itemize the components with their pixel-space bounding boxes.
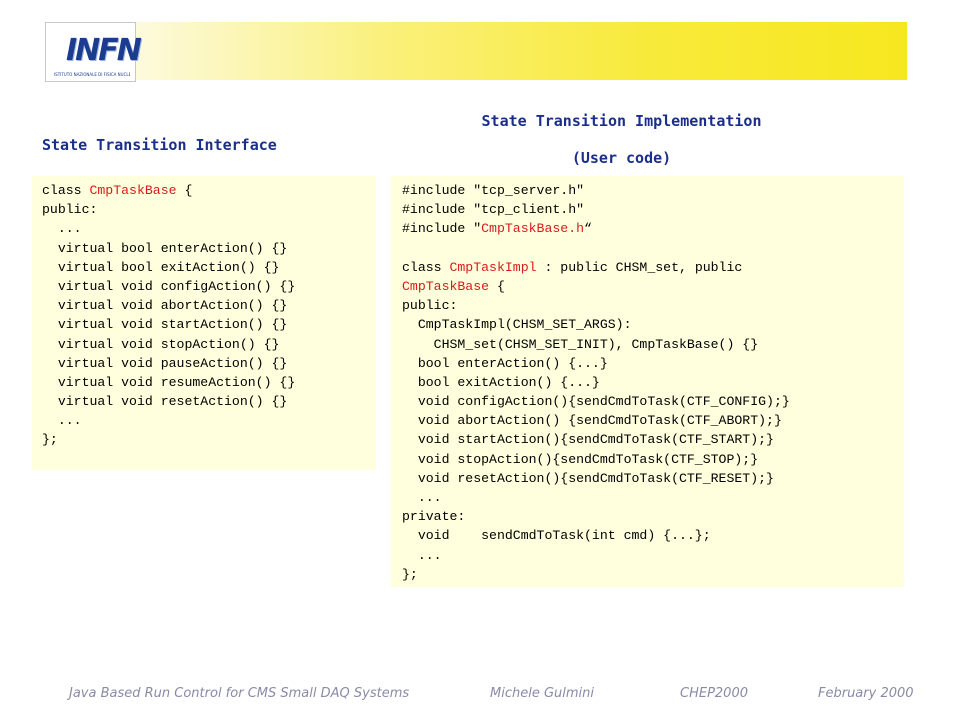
code-line: class CmpTaskImpl : public CHSM_set, pub… <box>402 258 904 277</box>
code-text: “ <box>584 221 592 237</box>
code-identifier: CmpTaskImpl <box>449 259 537 275</box>
implementation-code-block: #include "tcp_server.h" #include "tcp_cli… <box>391 176 904 587</box>
code-text: : public CHSM_set, public <box>536 259 743 275</box>
code-line: public: <box>402 296 904 315</box>
code-identifier: CmpTaskBase.h <box>481 221 585 237</box>
code-text: private: <box>402 509 466 525</box>
code-line: virtual bool exitAction() {} <box>42 258 376 277</box>
code-line: void sendCmdToTask(int cmd) {...}; <box>402 526 904 545</box>
code-text: void resetAction(){sendCmdToTask(CTF_RES… <box>402 470 774 486</box>
code-line: #include "CmpTaskBase.h“ <box>402 219 904 238</box>
code-text: virtual void abortAction() {} <box>42 298 288 314</box>
code-line: void startAction(){sendCmdToTask(CTF_STA… <box>402 430 904 449</box>
code-line: void stopAction(){sendCmdToTask(CTF_STOP… <box>402 450 904 469</box>
code-line: void configAction(){sendCmdToTask(CTF_CO… <box>402 392 904 411</box>
code-text: CHSM_set(CHSM_SET_INIT), CmpTaskBase() {… <box>402 336 759 352</box>
code-line: virtual void configAction() {} <box>42 277 376 296</box>
code-text: virtual void stopAction() {} <box>42 336 280 352</box>
code-line: ... <box>42 411 376 430</box>
code-line: bool enterAction() {...} <box>402 354 904 373</box>
code-text: { <box>176 183 193 198</box>
code-text: virtual void configAction() {} <box>42 278 296 294</box>
code-text: class <box>42 183 90 198</box>
code-text: #include " <box>402 221 482 237</box>
code-line: void resetAction(){sendCmdToTask(CTF_RES… <box>402 469 904 488</box>
code-text: public: <box>402 298 458 314</box>
code-text: ... <box>402 547 442 563</box>
code-line: ... <box>402 546 904 565</box>
code-line: #include "tcp_client.h" <box>402 200 904 219</box>
code-text: { <box>489 278 505 294</box>
code-text: void configAction(){sendCmdToTask(CTF_CO… <box>402 394 790 410</box>
code-line: }; <box>42 430 376 449</box>
code-line: public: <box>42 200 376 219</box>
code-text: virtual void resetAction() {} <box>42 394 288 410</box>
code-line: bool exitAction() {...} <box>402 373 904 392</box>
code-line: #include "tcp_server.h" <box>402 181 904 200</box>
code-text: public: <box>42 202 98 218</box>
code-text: }; <box>42 432 58 448</box>
code-text: bool exitAction() {...} <box>402 374 600 390</box>
code-line: virtual void startAction() {} <box>42 315 376 334</box>
code-text: virtual void resumeAction() {} <box>42 374 296 390</box>
code-text: virtual bool enterAction() {} <box>42 240 288 256</box>
code-text: ... <box>42 221 82 237</box>
code-text: ... <box>402 490 442 505</box>
code-text: virtual bool exitAction() {} <box>42 259 280 275</box>
code-line: virtual void resumeAction() {} <box>42 373 376 392</box>
interface-heading: State Transition Interface <box>42 136 277 154</box>
code-identifier: CmpTaskBase <box>89 183 177 198</box>
implementation-subheading: (User code) <box>571 149 672 167</box>
code-line: void abortAction() {sendCmdToTask(CTF_AB… <box>402 411 904 430</box>
code-line: CmpTaskImpl(CHSM_SET_ARGS): <box>402 315 904 334</box>
code-line: virtual void pauseAction() {} <box>42 354 376 373</box>
code-line: private: <box>402 507 904 526</box>
code-text: class <box>402 259 450 275</box>
code-text: void startAction(){sendCmdToTask(CTF_STA… <box>402 432 774 448</box>
footer-date: February 2000 <box>818 686 914 701</box>
code-line: virtual void resetAction() {} <box>42 392 376 411</box>
header-banner <box>45 22 907 80</box>
code-text: virtual void startAction() {} <box>42 317 288 333</box>
code-text: ... <box>42 413 82 429</box>
code-text: bool enterAction() {...} <box>402 355 608 371</box>
code-line: ... <box>42 219 376 238</box>
infn-logo: INFN ISTITUTO NAZIONALE DI FISICA NUCLEA… <box>45 22 142 82</box>
code-line: virtual void stopAction() {} <box>42 335 376 354</box>
code-line: CHSM_set(CHSM_SET_INIT), CmpTaskBase() {… <box>402 335 904 354</box>
code-text: #include "tcp_server.h" <box>402 183 585 198</box>
code-line: ... <box>402 488 904 507</box>
code-text: void stopAction(){sendCmdToTask(CTF_STOP… <box>402 451 759 467</box>
code-line: }; <box>402 565 904 584</box>
code-text: virtual void pauseAction() {} <box>42 355 288 371</box>
interface-code-block: class CmpTaskBase { public: ... virtual b… <box>32 176 376 470</box>
code-identifier: CmpTaskBase <box>402 278 490 294</box>
footer-author: Michele Gulmini <box>490 686 595 701</box>
code-line: virtual void abortAction() {} <box>42 296 376 315</box>
code-text: CmpTaskImpl(CHSM_SET_ARGS): <box>402 317 632 333</box>
code-text: void abortAction() {sendCmdToTask(CTF_AB… <box>402 413 782 429</box>
logo-wordmark: INFN <box>66 33 142 68</box>
code-line: class CmpTaskBase { <box>42 181 376 200</box>
implementation-heading: State Transition Implementation <box>481 112 762 130</box>
footer-conference: CHEP2000 <box>680 686 748 701</box>
code-line: CmpTaskBase { <box>402 277 904 296</box>
code-line: virtual bool enterAction() {} <box>42 239 376 258</box>
code-text: }; <box>402 566 418 582</box>
code-text: void sendCmdToTask(int cmd) {...}; <box>402 528 711 544</box>
footer-title: Java Based Run Control for CMS Small DAQ… <box>69 686 410 701</box>
code-text: #include "tcp_client.h" <box>402 202 585 218</box>
logo-caption: ISTITUTO NAZIONALE DI FISICA NUCLEARE <box>54 72 130 77</box>
